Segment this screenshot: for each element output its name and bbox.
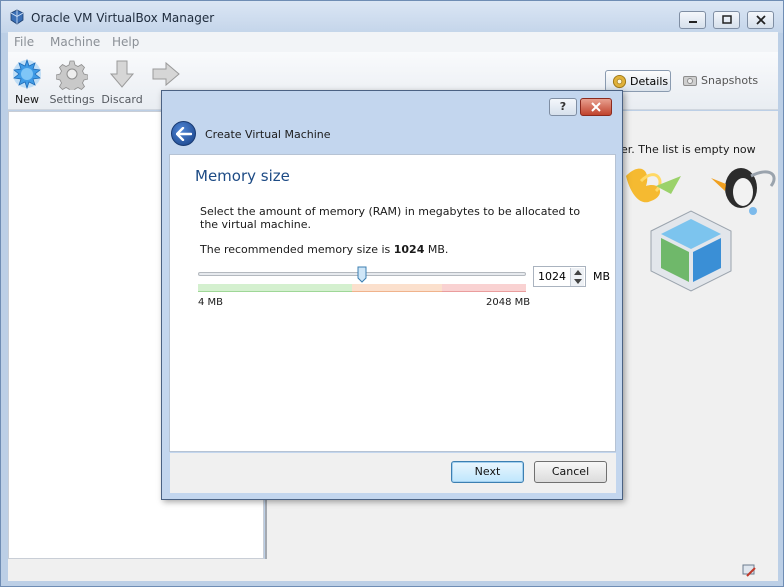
- back-arrow-icon: [176, 127, 192, 141]
- settings-label: Settings: [49, 93, 95, 106]
- spin-down-icon: [574, 279, 582, 284]
- new-button[interactable]: New: [2, 58, 52, 106]
- window-title: Oracle VM VirtualBox Manager: [31, 11, 215, 25]
- recommended-prefix: The recommended memory size is: [200, 243, 391, 256]
- dialog-footer: Next Cancel: [170, 453, 616, 493]
- virtualbox-logo: [626, 168, 776, 292]
- maximize-button[interactable]: [713, 11, 740, 29]
- help-button[interactable]: ?: [549, 98, 577, 116]
- start-arrow-icon: [152, 61, 180, 87]
- memory-unit: MB: [593, 270, 611, 283]
- memory-spinbox[interactable]: 1024: [533, 266, 586, 287]
- menu-file[interactable]: File: [14, 35, 34, 49]
- spin-up-icon: [574, 270, 582, 275]
- recommended-memory: The recommended memory size is 1024 MB.: [200, 243, 448, 256]
- details-label: Details: [630, 75, 669, 88]
- maximize-icon: [722, 15, 732, 24]
- details-button[interactable]: Details: [605, 70, 671, 92]
- discard-label: Discard: [101, 93, 143, 106]
- spin-down-button[interactable]: [570, 277, 584, 286]
- snapshots-label: Snapshots: [701, 74, 759, 87]
- discard-button[interactable]: Discard: [97, 58, 147, 106]
- memory-slider-thumb[interactable]: [357, 266, 367, 283]
- menu-help[interactable]: Help: [112, 35, 139, 49]
- create-vm-dialog: ? Create Virtual Machine Memory size Sel…: [161, 90, 623, 500]
- page-heading: Memory size: [195, 167, 290, 185]
- snapshots-button[interactable]: Snapshots: [681, 70, 761, 92]
- menu-machine[interactable]: Machine: [50, 35, 100, 49]
- minimize-icon: [689, 21, 697, 23]
- close-icon: [756, 15, 766, 25]
- network-status-icon: [742, 564, 756, 577]
- spin-up-button[interactable]: [570, 268, 584, 277]
- warning-range: [352, 284, 442, 292]
- title-bar: Oracle VM VirtualBox Manager: [1, 1, 783, 33]
- slider-min-label: 4 MB: [198, 297, 224, 308]
- new-sun-icon: [13, 58, 41, 90]
- menu-bar: File Machine Help: [8, 32, 778, 52]
- dialog-title: Create Virtual Machine: [205, 128, 331, 141]
- status-bar: [8, 559, 778, 581]
- next-button[interactable]: Next: [451, 461, 524, 483]
- back-button[interactable]: [171, 121, 196, 146]
- memory-description: Select the amount of memory (RAM) in meg…: [200, 205, 581, 231]
- recommended-value: 1024: [393, 243, 425, 256]
- virtualbox-icon: [10, 9, 24, 25]
- danger-range: [442, 284, 526, 292]
- camera-icon: [683, 76, 697, 86]
- recommended-range: [198, 284, 352, 292]
- settings-button[interactable]: Settings: [47, 58, 97, 106]
- new-label: New: [15, 93, 39, 106]
- slider-max-label: 2048 MB: [486, 297, 531, 308]
- close-icon: [591, 102, 601, 112]
- empty-list-message: er. The list is empty now: [621, 143, 756, 156]
- memory-spinbox-value[interactable]: 1024: [538, 270, 566, 283]
- settings-gear-icon: [56, 60, 88, 90]
- minimize-button[interactable]: [679, 11, 706, 29]
- close-button[interactable]: [747, 11, 774, 29]
- details-gear-icon: [612, 74, 627, 89]
- discard-arrow-icon: [109, 60, 135, 88]
- dialog-close-button[interactable]: [580, 98, 612, 116]
- recommended-suffix: MB.: [427, 243, 449, 256]
- dialog-page: Memory size Select the amount of memory …: [169, 154, 616, 452]
- cancel-button[interactable]: Cancel: [534, 461, 607, 483]
